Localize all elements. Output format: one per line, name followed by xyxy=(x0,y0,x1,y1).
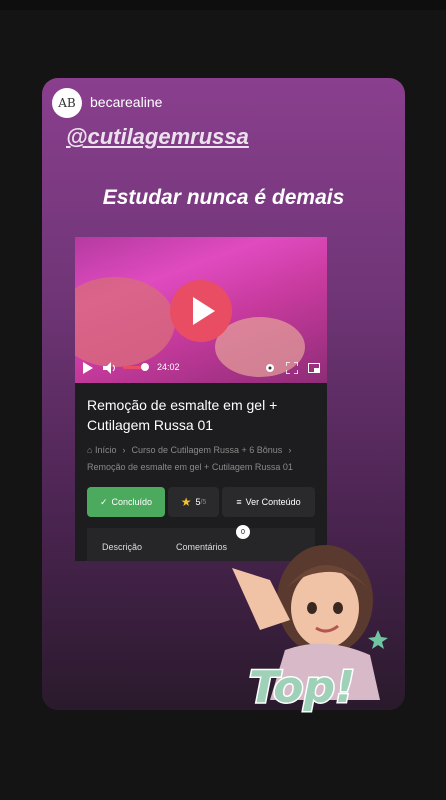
rating-total: /5 xyxy=(200,498,207,506)
headline-text: Estudar nunca é demais xyxy=(102,186,345,209)
mention-sticker[interactable]: @cutilagemrussa xyxy=(66,124,249,150)
play-button[interactable] xyxy=(170,280,232,342)
home-icon[interactable]: ⌂ xyxy=(87,445,92,455)
breadcrumb-current: Remoção de esmalte em gel + Cutilagem Ru… xyxy=(87,462,293,472)
pip-icon[interactable] xyxy=(308,362,320,374)
list-icon: ≡ xyxy=(236,497,242,507)
status-strip xyxy=(0,0,446,10)
avatar[interactable]: AB xyxy=(52,88,82,118)
breadcrumb: ⌂ Início › Curso de Cutilagem Russa + 6 Bô… xyxy=(87,442,321,476)
video-player[interactable]: 24:02 xyxy=(75,237,327,383)
volume-icon[interactable] xyxy=(103,362,117,374)
breadcrumb-course[interactable]: Curso de Cutilagem Russa + 6 Bônus xyxy=(131,445,282,455)
chevron-right-icon: › xyxy=(122,445,126,455)
completed-button[interactable]: ✓ Concluído xyxy=(87,487,165,517)
video-time: 24:02 xyxy=(157,362,180,372)
player-controls: 24:02 xyxy=(75,353,327,383)
volume-slider-handle[interactable] xyxy=(141,363,149,371)
sticker-text: Top! xyxy=(249,662,355,713)
fullscreen-icon[interactable] xyxy=(286,362,298,374)
lesson-title: Remoção de esmalte em gel + Cutilagem Ru… xyxy=(87,397,278,433)
view-content-label: Ver Conteúdo xyxy=(245,497,301,507)
completed-label: Concluído xyxy=(111,497,153,507)
view-content-button[interactable]: ≡ Ver Conteúdo xyxy=(222,487,315,517)
tab-description[interactable]: Descrição xyxy=(87,542,157,552)
tab-comments[interactable]: Comentários xyxy=(176,542,227,552)
play-icon xyxy=(193,297,215,325)
play-small-icon[interactable] xyxy=(83,362,93,374)
screenshot-card: 24:02 Remoção de esmalte em gel + Cutila… xyxy=(75,237,327,561)
breadcrumb-home[interactable]: Início xyxy=(95,445,117,455)
star-icon: ★ xyxy=(180,495,192,509)
top-character-sticker[interactable]: Top! xyxy=(230,530,390,720)
gear-icon[interactable] xyxy=(264,362,276,374)
username[interactable]: becarealine xyxy=(90,94,162,110)
check-icon: ✓ xyxy=(99,496,108,507)
chevron-right-icon: › xyxy=(288,445,292,455)
rating-button[interactable]: ★ 5/5 xyxy=(168,487,219,517)
